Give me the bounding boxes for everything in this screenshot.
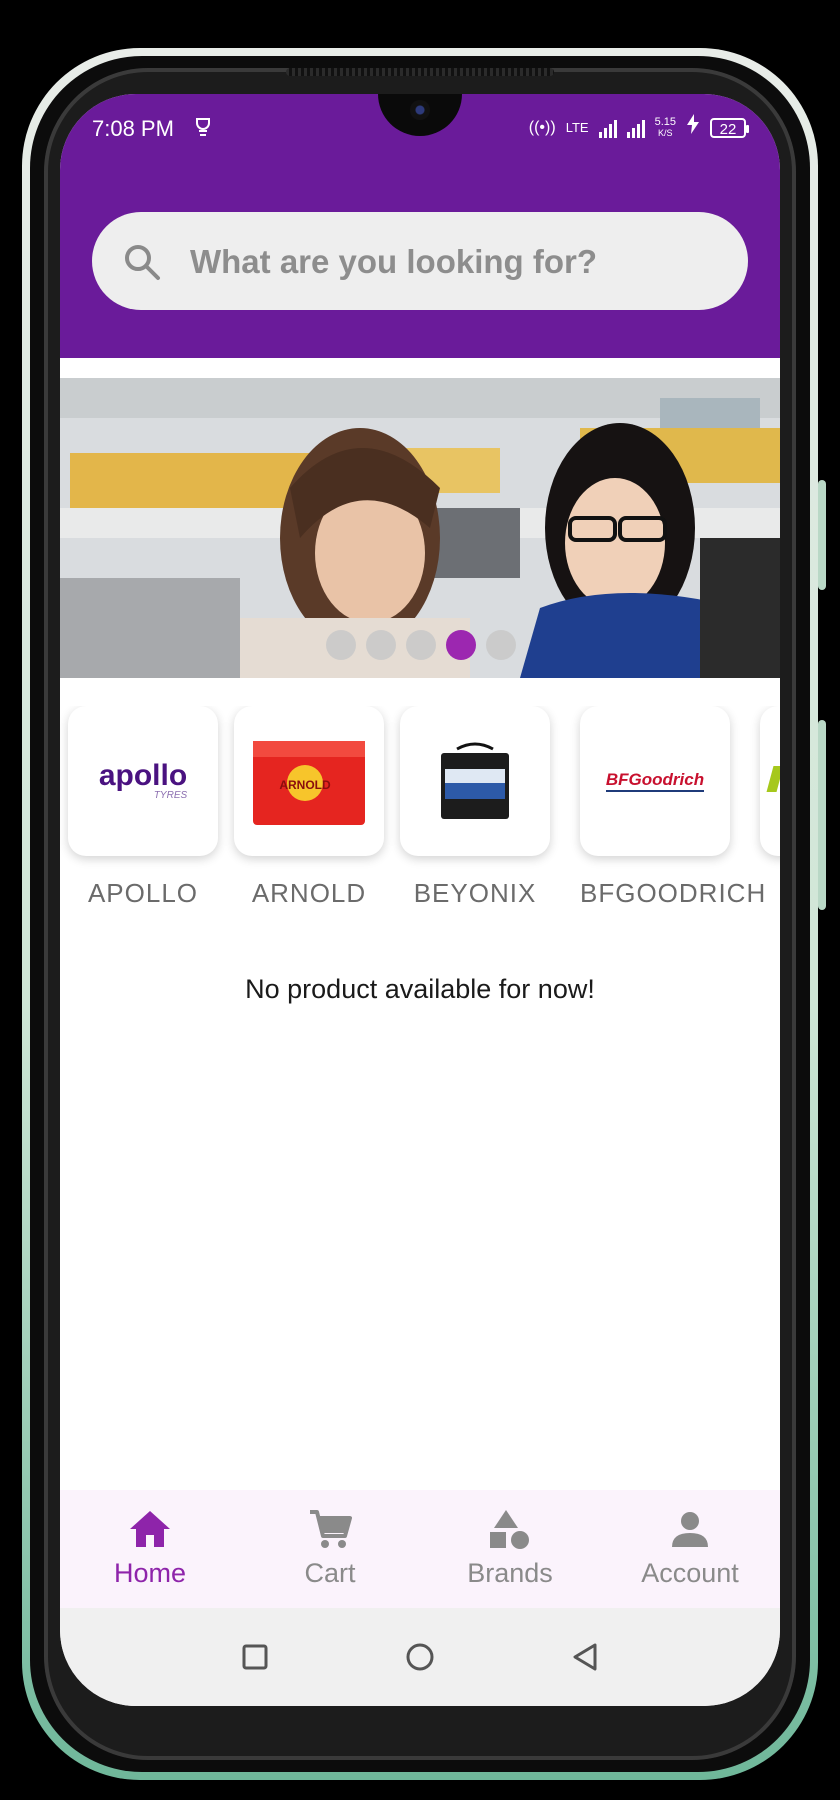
status-time: 7:08 PM — [92, 116, 174, 141]
brand-item-bfgoodrich[interactable]: BFGoodrich BFGOODRICH — [580, 706, 767, 909]
search-input[interactable] — [188, 234, 722, 290]
network-speed: 5.15 K/S — [654, 115, 676, 139]
status-icons: ((•)) LTE 5.15 K/S 22 — [528, 114, 749, 141]
brand-item-beyonix[interactable]: BEYONIX — [400, 706, 550, 909]
volume-button — [818, 480, 826, 590]
person-icon — [672, 1512, 708, 1547]
system-navigation-bar — [60, 1608, 780, 1706]
battery-icon: 22 — [710, 117, 749, 138]
apollo-logo: apollo TYRES — [99, 761, 187, 801]
brand-item-partial[interactable] — [760, 706, 780, 856]
arnold-battery-image: ARNOLD — [253, 741, 365, 825]
lte-label: LTE — [565, 119, 589, 135]
brand-label: BEYONIX — [413, 878, 537, 908]
brand-label: APOLLO — [87, 878, 199, 908]
partial-brand-logo — [766, 766, 780, 792]
nav-cart-label: Cart — [304, 1558, 356, 1588]
app-screen: 7:08 PM ((•)) LTE 5.15 K/S 22 What are y… — [60, 94, 780, 1706]
charging-icon — [686, 114, 700, 141]
alarm-icon — [194, 116, 212, 144]
search-icon — [125, 245, 160, 280]
empty-state-message: No product available for now! — [245, 974, 595, 1004]
earpiece-speaker — [286, 68, 554, 76]
nav-home-label: Home — [113, 1558, 187, 1588]
apollo-logo-text: apollo — [98, 759, 188, 792]
home-icon — [130, 1511, 170, 1547]
camera-notch — [378, 94, 462, 136]
signal-icon — [598, 118, 617, 138]
brand-logo-card[interactable]: apollo TYRES — [68, 706, 218, 856]
shapes-icon — [490, 1510, 529, 1549]
cart-icon — [310, 1510, 352, 1548]
bfgoodrich-logo: BFGoodrich — [605, 770, 705, 792]
nav-brands-label: Brands — [467, 1558, 553, 1588]
brand-carousel[interactable]: apollo TYRES APOLLO ARNOLD ARNOLD BEYONI… — [60, 706, 780, 926]
nav-brands[interactable]: Brands — [420, 1490, 600, 1608]
nav-account-label: Account — [641, 1558, 739, 1588]
app-header: 7:08 PM ((•)) LTE 5.15 K/S 22 — [60, 94, 780, 358]
hotspot-icon: ((•)) — [528, 118, 556, 136]
arnold-logo-text: ARNOLD — [279, 778, 331, 792]
brand-logo-card[interactable]: ARNOLD — [234, 706, 384, 856]
nav-cart[interactable]: Cart — [240, 1490, 420, 1608]
back-icon[interactable] — [571, 1642, 599, 1672]
bottom-navigation: Home Cart Brands Account — [60, 1490, 780, 1608]
promo-banner[interactable] — [60, 378, 780, 678]
nav-home[interactable]: Home — [60, 1490, 240, 1608]
brand-logo-card[interactable] — [760, 706, 780, 856]
carousel-dot[interactable] — [326, 630, 356, 660]
beyonix-battery-image — [441, 742, 509, 819]
carousel-dot[interactable] — [406, 630, 436, 660]
brand-label: ARNOLD — [251, 878, 367, 908]
network-speed-value: 5.15 — [654, 115, 676, 128]
carousel-indicator — [326, 630, 516, 660]
brand-logo-card[interactable] — [400, 706, 550, 856]
carousel-dot[interactable] — [486, 630, 516, 660]
carousel-dot[interactable] — [366, 630, 396, 660]
home-button-icon[interactable] — [405, 1642, 435, 1672]
network-speed-unit: K/S — [658, 127, 673, 138]
recents-icon[interactable] — [241, 1643, 269, 1671]
signal-icon-2 — [626, 118, 645, 138]
power-button — [818, 720, 826, 910]
brand-label: BFGOODRICH — [580, 878, 767, 908]
nav-account[interactable]: Account — [600, 1490, 780, 1608]
carousel-dot-active[interactable] — [446, 630, 476, 660]
brand-item-arnold[interactable]: ARNOLD ARNOLD — [234, 706, 384, 909]
brand-logo-card[interactable]: BFGoodrich — [580, 706, 730, 856]
brand-item-apollo[interactable]: apollo TYRES APOLLO — [68, 706, 218, 909]
search-bar[interactable] — [92, 212, 748, 310]
apollo-logo-sub: TYRES — [153, 790, 188, 801]
